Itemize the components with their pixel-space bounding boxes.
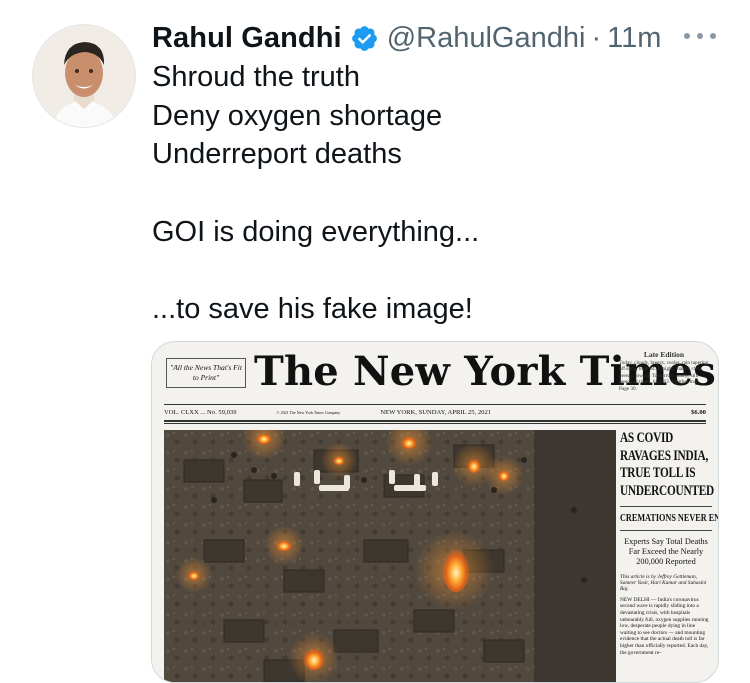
lead-byline: This article is by Jeffrey Gettleman, Sa… bbox=[620, 573, 707, 593]
dateline-bar: VOL. CLXX ... No. 59,039 © 2021 The New … bbox=[164, 406, 706, 418]
lead-story: AS COVID RAVAGES INDIA, TRUE TOLL IS UND… bbox=[620, 430, 719, 656]
tweet-line: ...to save his fake image! bbox=[152, 293, 473, 326]
verified-badge-icon bbox=[351, 25, 377, 51]
dateline: NEW YORK, SUNDAY, APRIL 25, 2021 bbox=[380, 408, 492, 416]
volume-number: VOL. CLXX ... No. 59,039 bbox=[164, 408, 237, 416]
lead-body: NEW DELHI — India's coronavirus second w… bbox=[620, 596, 709, 656]
lead-deck: Experts Say Total Deaths Far Exceed the … bbox=[624, 537, 708, 567]
avatar-portrait bbox=[33, 25, 135, 127]
avatar[interactable] bbox=[32, 24, 136, 128]
divider bbox=[164, 404, 706, 405]
divider bbox=[164, 420, 706, 422]
tweet-line: Underreport deaths bbox=[152, 138, 402, 171]
more-dot bbox=[697, 33, 703, 39]
weather-box: Late Edition Today, cloudy, breezy, cool… bbox=[619, 350, 709, 393]
author-handle[interactable]: @RahulGandhi bbox=[387, 22, 586, 55]
tweet-line: Deny oxygen shortage bbox=[152, 99, 443, 132]
tweet-header: Rahul Gandhi @RahulGandhi · 11m bbox=[152, 18, 661, 58]
divider bbox=[620, 530, 712, 531]
cremation-photo bbox=[164, 430, 616, 682]
tweet-line: Shroud the truth bbox=[152, 61, 360, 93]
separator-dot: · bbox=[591, 21, 602, 54]
more-options-icon[interactable] bbox=[684, 26, 716, 46]
more-dot bbox=[684, 33, 690, 39]
price: $6.00 bbox=[691, 408, 706, 416]
more-dot bbox=[710, 33, 716, 39]
newspaper-front-page: "All the News That's Fit to Print" The N… bbox=[152, 342, 718, 682]
edition-label: Late Edition bbox=[643, 350, 685, 359]
tweet-line: GOI is doing everything... bbox=[152, 215, 480, 248]
lead-subhead: CREMATIONS NEVER END bbox=[620, 513, 719, 524]
weather-text: Today, cloudy, breezy, cooler, rain tape… bbox=[619, 359, 709, 392]
newspaper-ear: "All the News That's Fit to Print" bbox=[166, 358, 246, 388]
copyright: © 2021 The New York Times Company bbox=[276, 409, 341, 415]
divider bbox=[620, 506, 712, 507]
lead-headline: AS COVID RAVAGES INDIA, TRUE TOLL IS UND… bbox=[620, 430, 714, 499]
author-name[interactable]: Rahul Gandhi bbox=[152, 22, 342, 55]
tweet-media-image[interactable]: "All the News That's Fit to Print" The N… bbox=[151, 341, 719, 683]
timestamp[interactable]: 11m bbox=[607, 22, 661, 55]
divider bbox=[164, 423, 706, 424]
tweet-text: Shroud the truth Deny oxygen shortage Un… bbox=[152, 58, 712, 329]
front-page-photo bbox=[164, 430, 616, 682]
